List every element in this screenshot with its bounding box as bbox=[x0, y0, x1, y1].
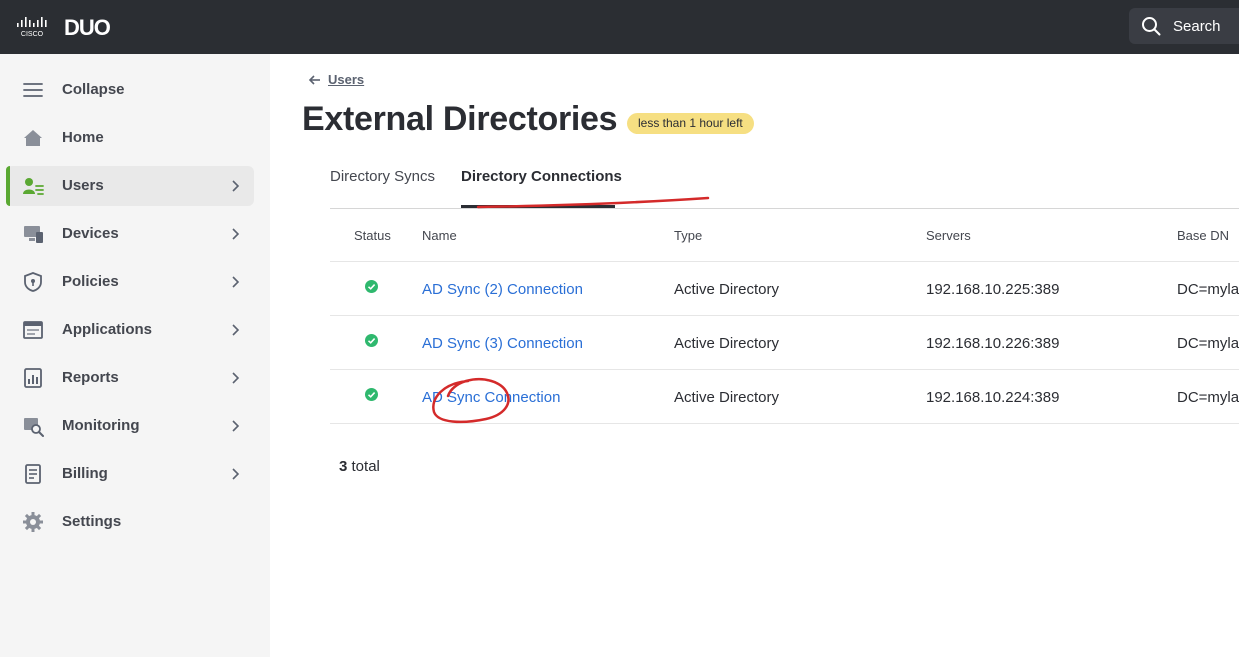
connection-servers: 192.168.10.224:389 bbox=[926, 389, 1060, 406]
breadcrumb[interactable]: Users bbox=[308, 72, 364, 87]
check-circle-icon bbox=[365, 388, 378, 401]
connection-servers: 192.168.10.226:389 bbox=[926, 335, 1060, 352]
sidebar-item-label: Billing bbox=[62, 465, 108, 482]
connection-base-dn: DC=mylab bbox=[1177, 335, 1239, 352]
cisco-wordmark: CISCO bbox=[21, 31, 44, 38]
sidebar-item-label: Collapse bbox=[62, 81, 125, 98]
tab-directory-connections[interactable]: Directory Connections bbox=[461, 168, 622, 185]
sidebar-item-label: Reports bbox=[62, 369, 119, 386]
devices-icon bbox=[24, 226, 43, 243]
tabs-divider bbox=[330, 208, 1239, 209]
chevron-right-icon bbox=[232, 276, 240, 288]
duo-wordmark: DUO bbox=[64, 15, 111, 38]
page-title: External Directories bbox=[302, 100, 618, 138]
sidebar-item-collapse[interactable]: Collapse bbox=[6, 70, 254, 110]
check-circle-icon bbox=[365, 334, 378, 347]
check-circle-icon bbox=[365, 280, 378, 293]
column-header-status: Status bbox=[354, 228, 391, 243]
search-icon bbox=[1142, 17, 1161, 36]
chevron-right-icon bbox=[232, 324, 240, 336]
home-icon bbox=[24, 130, 42, 146]
duo-logo[interactable]: DUO bbox=[64, 14, 118, 38]
sidebar-item-policies[interactable]: Policies bbox=[6, 262, 254, 302]
row-divider bbox=[330, 261, 1239, 262]
reports-icon bbox=[24, 368, 42, 388]
column-header-type[interactable]: Type bbox=[674, 228, 702, 243]
total-label: total bbox=[347, 458, 380, 475]
sidebar-item-label: Home bbox=[62, 129, 104, 146]
sidebar-item-home[interactable]: Home bbox=[6, 118, 254, 158]
cisco-logo: CISCO bbox=[17, 17, 47, 38]
breadcrumb-users-link[interactable]: Users bbox=[328, 72, 364, 87]
sidebar-item-label: Monitoring bbox=[62, 417, 140, 434]
search-button[interactable]: Search bbox=[1129, 8, 1239, 44]
row-divider bbox=[330, 423, 1239, 424]
sidebar-item-label: Settings bbox=[62, 513, 122, 530]
arrow-left-icon bbox=[308, 74, 320, 85]
active-tab-indicator bbox=[461, 205, 615, 208]
connection-type: Active Directory bbox=[674, 389, 780, 406]
chevron-right-icon bbox=[232, 372, 240, 384]
applications-icon bbox=[23, 321, 43, 339]
sidebar-item-devices[interactable]: Devices bbox=[6, 214, 254, 254]
total-count: 3 total bbox=[339, 458, 380, 475]
chevron-right-icon bbox=[232, 420, 240, 432]
connection-name-link[interactable]: AD Sync (2) Connection bbox=[422, 281, 583, 298]
sidebar-item-label: Policies bbox=[62, 273, 119, 290]
sidebar-item-settings[interactable]: Settings bbox=[6, 502, 254, 542]
connection-servers: 192.168.10.225:389 bbox=[926, 281, 1060, 298]
sidebar-item-billing[interactable]: Billing bbox=[6, 454, 254, 494]
monitoring-icon bbox=[24, 418, 44, 437]
sidebar-item-label: Applications bbox=[62, 321, 153, 338]
tab-directory-syncs[interactable]: Directory Syncs bbox=[330, 168, 435, 185]
connection-base-dn: DC=mylab bbox=[1177, 389, 1239, 406]
chevron-right-icon bbox=[232, 228, 240, 240]
sidebar-item-label: Devices bbox=[62, 225, 119, 242]
sidebar-item-reports[interactable]: Reports bbox=[6, 358, 254, 398]
sidebar-item-users[interactable]: Users bbox=[6, 166, 254, 206]
sidebar-item-monitoring[interactable]: Monitoring bbox=[6, 406, 254, 446]
column-header-name[interactable]: Name bbox=[422, 228, 457, 243]
connection-type: Active Directory bbox=[674, 335, 780, 352]
connection-type: Active Directory bbox=[674, 281, 780, 298]
search-label: Search bbox=[1173, 17, 1221, 35]
column-header-servers[interactable]: Servers bbox=[926, 228, 971, 243]
connection-base-dn: DC=mylab bbox=[1177, 281, 1239, 298]
shield-icon bbox=[24, 272, 42, 292]
row-divider bbox=[330, 369, 1239, 370]
menu-icon bbox=[23, 83, 43, 97]
sidebar-item-applications[interactable]: Applications bbox=[6, 310, 254, 350]
billing-icon bbox=[25, 464, 41, 484]
sidebar-item-label: Users bbox=[62, 177, 104, 194]
column-header-base-dn[interactable]: Base DN bbox=[1177, 228, 1229, 243]
gear-icon bbox=[23, 512, 43, 532]
connection-name-link[interactable]: AD Sync Connection bbox=[422, 389, 560, 406]
connection-name-link[interactable]: AD Sync (3) Connection bbox=[422, 335, 583, 352]
sidebar: Collapse Home Users Devices Policies App… bbox=[0, 54, 270, 657]
status-badge: less than 1 hour left bbox=[627, 113, 754, 134]
users-icon bbox=[23, 178, 44, 195]
chevron-right-icon bbox=[232, 468, 240, 480]
top-bar: CISCO DUO Search bbox=[0, 0, 1239, 54]
row-divider bbox=[330, 315, 1239, 316]
chevron-right-icon bbox=[232, 180, 240, 192]
